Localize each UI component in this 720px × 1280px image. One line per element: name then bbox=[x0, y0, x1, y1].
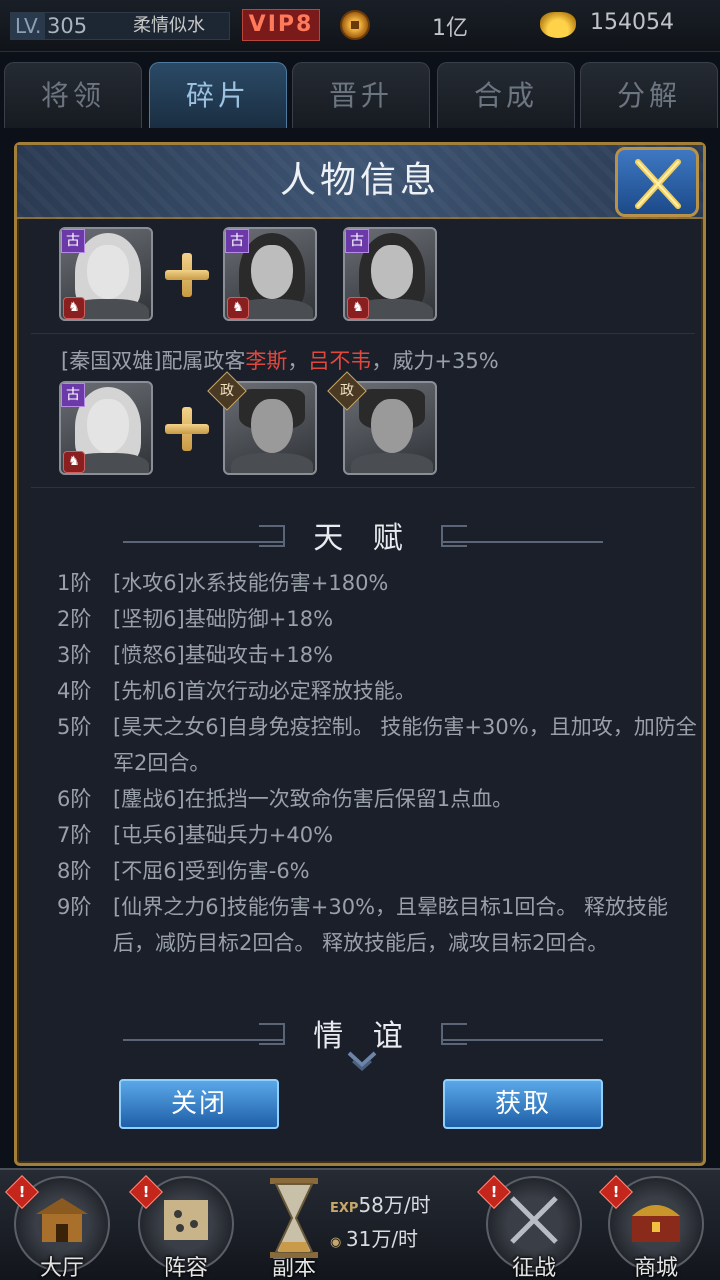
scroll-down-icon[interactable] bbox=[347, 1051, 377, 1071]
combo-comma: ， bbox=[287, 349, 309, 373]
close-button[interactable]: 关闭 bbox=[119, 1079, 279, 1129]
level-tag: LV. bbox=[11, 13, 46, 39]
copper-coin-icon bbox=[340, 10, 370, 40]
plus-icon bbox=[163, 251, 211, 299]
talent-section-header: 天 赋 bbox=[123, 519, 603, 559]
obtain-button[interactable]: 获取 bbox=[443, 1079, 603, 1129]
talent-row: 5阶 [昊天之女6]自身免疫控制。 技能伤害+30%，且加攻，加防全军2回合。 bbox=[57, 715, 697, 775]
nav-shop-label: 商城 bbox=[633, 1256, 678, 1280]
ancient-badge: 古 bbox=[225, 229, 249, 253]
hourglass-icon bbox=[270, 1178, 318, 1258]
crossed-swords-icon bbox=[510, 1196, 558, 1244]
player-level-box[interactable]: LV. 305 柔情似水 bbox=[10, 12, 230, 40]
cavalry-icon: ♞ bbox=[227, 297, 249, 319]
scroll-map-icon bbox=[164, 1200, 208, 1240]
idle-income-rates: EXP58万/时 ◉ 31万/时 bbox=[330, 1190, 431, 1258]
combo-name-lu-buwei: 吕不韦 bbox=[308, 349, 372, 373]
tab-fragments[interactable]: 碎片 bbox=[149, 62, 287, 128]
gold-ingot-icon bbox=[540, 12, 576, 38]
exp-icon: EXP bbox=[330, 1201, 359, 1216]
tab-synthesize[interactable]: 合成 bbox=[437, 62, 575, 128]
plus-icon bbox=[163, 405, 211, 453]
talent-row: 6阶 [鏖战6]在抵挡一次致命伤害后保留1点血。 bbox=[57, 787, 514, 811]
exp-rate: EXP58万/时 bbox=[330, 1190, 431, 1224]
player-name: 柔情似水 bbox=[133, 15, 205, 36]
talent-row: 2阶 [坚韧6]基础防御+18% bbox=[57, 607, 334, 631]
nav-lineup[interactable]: 阵容 ! bbox=[128, 1174, 244, 1280]
nav-lineup-label: 阵容 bbox=[163, 1256, 208, 1280]
hero-portrait-partner-1[interactable]: 古 ♞ bbox=[223, 227, 317, 321]
coin-rate-value: 31万/时 bbox=[345, 1227, 419, 1251]
talent-row: 9阶 [仙界之力6]技能伤害+30%，且晕眩目标1回合。 释放技能后，减防目标2回… bbox=[57, 895, 669, 955]
player-level: 305 bbox=[47, 14, 88, 38]
talent-list: 1阶 [水攻6]水系技能伤害+180% 2阶 [坚韧6]基础防御+18% 3阶 [愤怒… bbox=[57, 565, 697, 961]
coin-rate-icon: ◉ bbox=[330, 1235, 346, 1250]
cavalry-icon: ♞ bbox=[347, 297, 369, 319]
talent-row: 4阶 [先机6]首次行动必定释放技能。 bbox=[57, 679, 416, 703]
palace-icon bbox=[36, 1198, 88, 1242]
tab-promote[interactable]: 晋升 bbox=[292, 62, 430, 128]
cavalry-icon: ♞ bbox=[63, 297, 85, 319]
vip-badge[interactable]: VIP8 bbox=[242, 9, 320, 41]
hero-portrait-main-2[interactable]: 古 ♞ bbox=[59, 381, 153, 475]
ancient-badge: 古 bbox=[61, 383, 85, 407]
ancient-badge: 古 bbox=[61, 229, 85, 253]
hero-portrait-main[interactable]: 古 ♞ bbox=[59, 227, 153, 321]
dialog-header: 人物信息 bbox=[17, 145, 703, 219]
exp-rate-value: 58万/时 bbox=[358, 1193, 431, 1217]
talent-title: 天 赋 bbox=[313, 521, 413, 556]
talent-row: 1阶 [水攻6]水系技能伤害+180% bbox=[57, 571, 389, 595]
talent-row: 3阶 [愤怒6]基础攻击+18% bbox=[57, 643, 334, 667]
nav-campaign-label: 征战 bbox=[511, 1256, 556, 1280]
combo-prefix: [秦国双雄]配属政客 bbox=[61, 349, 246, 373]
ancient-badge: 古 bbox=[345, 229, 369, 253]
nav-shop[interactable]: 商城 ! bbox=[598, 1174, 714, 1280]
divider bbox=[31, 487, 695, 488]
nav-hall[interactable]: 大厅 ! bbox=[4, 1174, 120, 1280]
nav-campaign[interactable]: 征战 ! bbox=[476, 1174, 592, 1280]
close-icon-button[interactable] bbox=[615, 147, 699, 217]
talent-row: 7阶 [屯兵6]基础兵力+40% bbox=[57, 823, 334, 847]
combo-suffix: ，威力+35% bbox=[371, 349, 499, 373]
tab-generals[interactable]: 将领 bbox=[4, 62, 142, 128]
coin-rate: ◉ 31万/时 bbox=[330, 1224, 431, 1258]
cavalry-icon: ♞ bbox=[63, 451, 85, 473]
tab-decompose[interactable]: 分解 bbox=[580, 62, 718, 128]
close-icon bbox=[635, 159, 681, 209]
dialog-title: 人物信息 bbox=[279, 160, 440, 201]
combo-description: [秦国双雄]配属政客李斯，吕不韦，威力+35% bbox=[61, 345, 499, 375]
combo-name-li-si: 李斯 bbox=[245, 349, 288, 373]
gold-count: 154054 bbox=[590, 10, 674, 35]
top-status-bar: LV. 305 柔情似水 VIP8 1亿 154054 bbox=[0, 0, 720, 52]
treasure-chest-icon bbox=[632, 1205, 680, 1242]
category-tabs: 将领 碎片 晋升 合成 分解 bbox=[0, 62, 720, 132]
nav-hall-label: 大厅 bbox=[39, 1256, 84, 1280]
character-info-dialog: 人物信息 古 ♞ 古 ♞ 古 ♞ [秦国双雄]配属政客李斯，吕不韦，威力+35%… bbox=[14, 142, 706, 1166]
hero-portrait-partner-2[interactable]: 古 ♞ bbox=[343, 227, 437, 321]
coin-count: 1亿 bbox=[432, 16, 468, 41]
divider bbox=[31, 333, 695, 334]
talent-row: 8阶 [不屈6]受到伤害-6% bbox=[57, 859, 310, 883]
